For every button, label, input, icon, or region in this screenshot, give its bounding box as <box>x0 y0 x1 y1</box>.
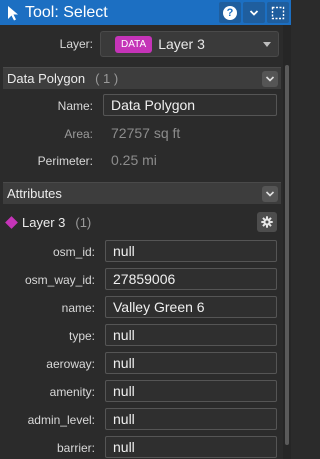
area-field-label: Area: <box>64 127 93 141</box>
attribute-aeroway-input[interactable]: null <box>105 352 277 374</box>
titlebar-actions: ? <box>219 2 289 23</box>
pointer-icon <box>8 5 18 20</box>
attribute-row: barrier: null <box>0 434 283 459</box>
perimeter-field-row: Perimeter: 0.25 mi <box>0 148 283 174</box>
attribute-row: amenity: null <box>0 378 283 406</box>
layer-picker-row: Layer: DATA Layer 3 <box>0 25 283 63</box>
attribute-label: name: <box>61 301 95 315</box>
tool-titlebar: Tool: Select ? <box>0 0 291 25</box>
name-field-label: Name: <box>57 99 93 113</box>
perimeter-value: 0.25 mi <box>111 152 157 168</box>
attributes-layer-count: (1) <box>75 214 92 230</box>
attribute-row: type: null <box>0 322 283 350</box>
attributes-header[interactable]: Attributes <box>3 182 281 204</box>
attribute-label: barrier: <box>56 441 95 455</box>
attribute-barrier-input[interactable]: null <box>105 436 277 458</box>
attributes-title: Attributes <box>7 186 62 201</box>
name-field[interactable]: Data Polygon <box>103 94 277 116</box>
attributes-settings-button[interactable] <box>257 212 277 232</box>
collapse-button[interactable] <box>243 2 265 23</box>
layer-select[interactable]: DATA Layer 3 <box>100 31 279 57</box>
help-button[interactable]: ? <box>219 2 241 23</box>
attribute-type-input[interactable]: null <box>105 324 277 346</box>
scrollbar-thumb[interactable] <box>285 65 289 445</box>
data-polygon-collapse-button[interactable] <box>262 71 278 87</box>
chevron-down-icon <box>265 76 275 82</box>
data-badge: DATA <box>115 35 153 53</box>
attribute-row: admin_level: null <box>0 406 283 434</box>
perimeter-field-label: Perimeter: <box>37 154 93 168</box>
chevron-down-icon <box>249 9 259 16</box>
attribute-label: amenity: <box>49 385 95 399</box>
attribute-admin-level-input[interactable]: null <box>105 408 277 430</box>
attribute-row: osm_way_id: 27859006 <box>0 266 283 294</box>
attributes-layer-name: Layer 3 <box>22 214 66 230</box>
attribute-osm-id-input[interactable]: null <box>105 240 277 262</box>
layer-select-value: Layer 3 <box>158 36 205 52</box>
attribute-label: aeroway: <box>46 357 95 371</box>
attribute-row: name: Valley Green 6 <box>0 294 283 322</box>
attributes-layer-subheader: Layer 3 (1) <box>3 211 281 233</box>
tool-title-text: Tool: Select <box>25 3 108 21</box>
layer-picker-label: Layer: <box>59 37 93 51</box>
attribute-label: osm_id: <box>52 245 95 259</box>
data-polygon-count: ( 1 ) <box>95 71 119 86</box>
attribute-name-input[interactable]: Valley Green 6 <box>105 296 277 318</box>
attribute-amenity-input[interactable]: null <box>105 380 277 402</box>
select-region-icon <box>271 6 285 19</box>
area-value: 72757 sq ft <box>111 125 181 141</box>
attributes-collapse-button[interactable] <box>262 186 278 202</box>
attribute-row: aeroway: null <box>0 350 283 378</box>
panel-scrollbar[interactable] <box>283 25 291 459</box>
data-polygon-title: Data Polygon <box>7 71 86 86</box>
dropdown-caret-icon <box>263 42 271 47</box>
gear-icon <box>261 216 273 228</box>
attribute-label: osm_way_id: <box>24 273 95 287</box>
area-field-row: Area: 72757 sq ft <box>0 121 283 147</box>
layer-diamond-icon <box>5 215 18 229</box>
panel-content: Layer: DATA Layer 3 Data Polygon ( 1 ) N… <box>0 25 283 459</box>
attribute-osm-way-id-input[interactable]: 27859006 <box>105 268 277 290</box>
tool-title: Tool: Select <box>4 4 108 22</box>
chevron-down-icon <box>265 191 275 197</box>
attribute-row: osm_id: null <box>0 238 283 266</box>
name-field-row: Name: Data Polygon <box>0 93 283 119</box>
attribute-label: type: <box>68 329 95 343</box>
attribute-label: admin_level: <box>27 413 95 427</box>
data-polygon-header[interactable]: Data Polygon ( 1 ) <box>3 67 281 89</box>
select-region-button[interactable] <box>267 2 289 23</box>
help-icon: ? <box>223 5 237 20</box>
